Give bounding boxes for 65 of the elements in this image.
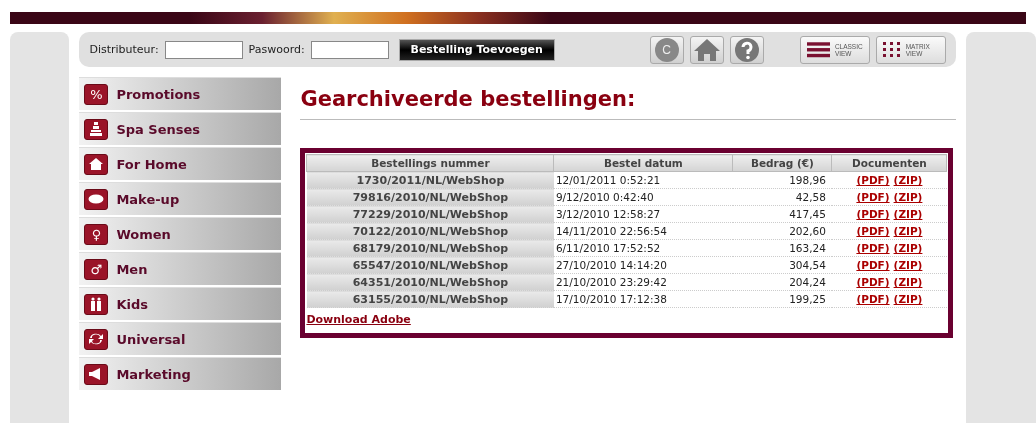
sidebar-item[interactable]: Kids (79, 287, 282, 320)
date-cell: 27/10/2010 14:14:20 (553, 256, 733, 274)
date-cell: 12/01/2011 0:52:21 (553, 171, 733, 189)
date-cell: 21/10/2010 23:29:42 (553, 273, 733, 291)
house-icon (84, 153, 109, 175)
password-field[interactable] (310, 40, 389, 59)
column-header: Bestel datum (553, 154, 733, 172)
document-link[interactable]: (ZIP) (893, 208, 923, 220)
sidebar-item[interactable]: ♀ Women (79, 217, 282, 250)
male-symbol-icon: ♂ (84, 258, 109, 280)
page-title: Gearchiveerde bestellingen: (300, 87, 637, 111)
house-icon (692, 37, 721, 62)
amount-cell: 417,45 (732, 205, 832, 223)
female-symbol-icon: ♀ (84, 223, 109, 245)
add-order-button[interactable]: Bestelling Toevoegen (398, 38, 555, 61)
sidebar-item[interactable]: For Home (79, 147, 282, 180)
date-cell: 9/12/2010 0:42:40 (553, 188, 733, 206)
document-link[interactable]: (PDF) (856, 242, 890, 254)
help-button[interactable] (729, 35, 764, 64)
document-link[interactable]: (PDF) (856, 293, 890, 305)
document-link[interactable]: (ZIP) (893, 225, 923, 237)
password-label: Paswoord: (248, 43, 305, 56)
document-link[interactable]: (ZIP) (893, 191, 923, 203)
document-link[interactable]: (PDF) (856, 174, 890, 186)
amount-cell: 163,24 (732, 239, 832, 257)
download-adobe-link[interactable]: Download Adobe (306, 313, 411, 326)
list-lines-icon (806, 41, 830, 58)
sidebar-item[interactable]: % Promotions (79, 77, 282, 110)
sidebar-item[interactable]: Marketing (79, 357, 282, 390)
document-link[interactable]: (PDF) (856, 259, 890, 271)
amount-cell: 199,25 (732, 290, 832, 308)
document-link[interactable]: (ZIP) (893, 174, 923, 186)
date-cell: 6/11/2010 17:52:52 (553, 239, 733, 257)
distributor-field[interactable] (164, 40, 243, 59)
sidebar-item[interactable]: ♂ Men (79, 252, 282, 285)
date-cell: 3/12/2010 12:58:27 (553, 205, 733, 223)
arrows-cycle-icon (84, 328, 109, 350)
stacked-stones-icon (84, 118, 109, 140)
date-cell: 14/11/2010 22:56:54 (553, 222, 733, 240)
home-button[interactable] (689, 35, 724, 64)
document-link[interactable]: (ZIP) (893, 276, 923, 288)
column-header: Bedrag (€) (732, 154, 832, 172)
grid-dots-icon (882, 41, 901, 58)
date-cell: 17/10/2010 17:12:38 (553, 290, 733, 308)
amount-cell: 204,24 (732, 273, 832, 291)
sidebar-item[interactable]: Make-up (79, 182, 282, 215)
document-link[interactable]: (PDF) (856, 225, 890, 237)
sidebar-item[interactable]: Spa Senses (79, 112, 282, 145)
document-link[interactable]: (ZIP) (893, 242, 923, 254)
amount-cell: 42,58 (732, 188, 832, 206)
sidebar-item[interactable]: Universal (79, 322, 282, 355)
amount-cell: 304,54 (732, 256, 832, 274)
document-link[interactable]: (ZIP) (893, 259, 923, 271)
document-link[interactable]: (ZIP) (893, 293, 923, 305)
amount-cell: 198,96 (732, 171, 832, 189)
amount-cell: 202,60 (732, 222, 832, 240)
column-header: Documenten (831, 154, 947, 172)
document-link[interactable]: (PDF) (856, 276, 890, 288)
percent-icon: % (84, 83, 109, 105)
distributor-label: Distributeur: (89, 43, 159, 56)
document-link[interactable]: (PDF) (856, 208, 890, 220)
question-mark-icon (733, 36, 760, 63)
document-link[interactable]: (PDF) (856, 191, 890, 203)
megaphone-icon (84, 363, 109, 385)
column-header: Bestellings nummer (306, 154, 554, 172)
